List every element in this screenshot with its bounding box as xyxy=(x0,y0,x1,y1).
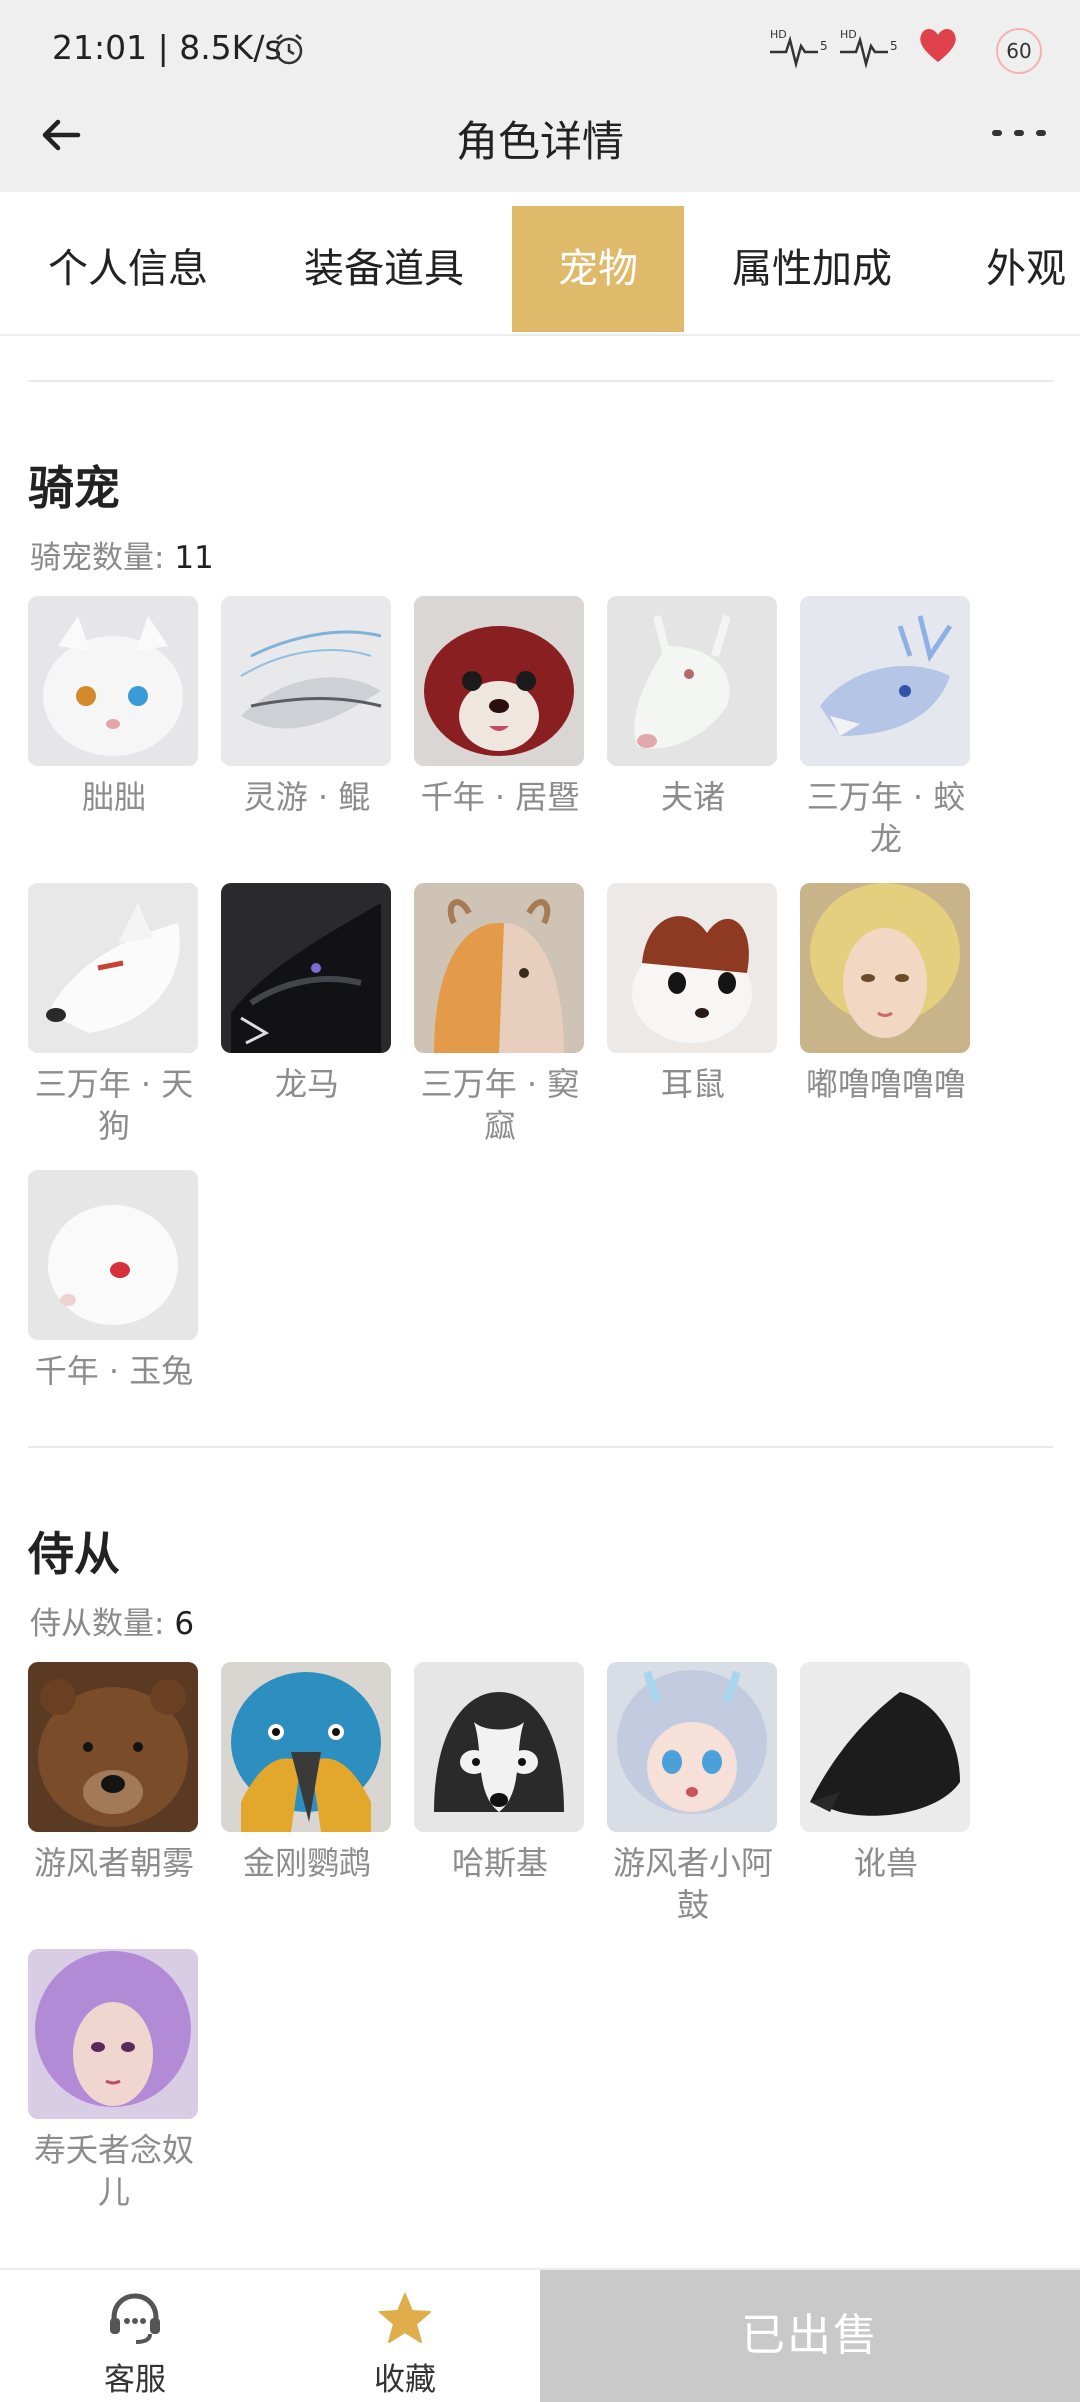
mount-name: 朏朏 xyxy=(81,778,146,816)
purple-hair-girl-portrait-icon xyxy=(28,1949,198,2119)
divider xyxy=(28,1446,1053,1448)
mount-item[interactable]: 三万年 · 蛟龙 xyxy=(800,596,972,860)
white-deer-portrait-icon xyxy=(607,596,777,766)
svg-text:HD: HD xyxy=(840,28,857,41)
mount-item[interactable]: 三万年 · 天狗 xyxy=(28,883,200,1147)
attendant-name: 游风者朝雾 xyxy=(33,1844,194,1882)
attendant-item[interactable]: 游风者小阿鼓 xyxy=(607,1662,779,1926)
tab-appearance[interactable]: 外观 xyxy=(960,206,1080,332)
mount-item[interactable]: 朏朏 xyxy=(28,596,200,818)
mount-name: 龙马 xyxy=(274,1065,339,1103)
mount-item[interactable]: 三万年 · 窫窳 xyxy=(414,883,586,1147)
attendant-item[interactable]: 哈斯基 xyxy=(414,1662,586,1884)
attendant-name: 金刚鹦鹉 xyxy=(242,1844,371,1882)
attendant-item[interactable]: 讹兽 xyxy=(800,1662,972,1884)
attendants-grid: 游风者朝雾 金刚鹦鹉 哈斯基 游风者小阿鼓 讹兽 寿夭者念奴儿 xyxy=(28,1662,1048,2222)
ice-dragon-portrait-icon xyxy=(800,596,970,766)
svg-text:5: 5 xyxy=(890,39,898,53)
tab-pets[interactable]: 宠物 xyxy=(512,206,684,332)
mounts-count: 骑宠数量: 11 xyxy=(30,540,214,576)
mount-item[interactable]: 龙马 xyxy=(221,883,393,1105)
favorite-button[interactable]: 收藏 xyxy=(270,2270,540,2402)
heart-icon xyxy=(920,29,956,62)
attendant-name: 讹兽 xyxy=(853,1844,918,1882)
chibi-girl-portrait-icon xyxy=(607,1662,777,1832)
mount-name: 三万年 · 窫窳 xyxy=(420,1065,580,1145)
page-title: 角色详情 xyxy=(455,117,624,166)
sold-button[interactable]: 已出售 xyxy=(540,2270,1080,2402)
tab-equipment[interactable]: 装备道具 xyxy=(256,206,512,332)
mount-name: 千年 · 玉兔 xyxy=(34,1352,194,1390)
divider xyxy=(28,380,1053,382)
ear-mouse-portrait-icon xyxy=(607,883,777,1053)
attendant-name: 游风者小阿鼓 xyxy=(612,1844,773,1924)
mount-name: 千年 · 居暨 xyxy=(420,778,580,816)
shadow-beast-portrait-icon xyxy=(800,1662,970,1832)
mounts-grid: 朏朏 灵游 · 鲲 千年 · 居暨 夫诸 三万年 · 蛟龙 三万年 · 天狗 龙… xyxy=(28,596,1048,1396)
red-squirrel-portrait-icon xyxy=(414,596,584,766)
blonde-girl-portrait-icon xyxy=(800,883,970,1053)
status-time: 21:01 | 8.5K/s xyxy=(52,28,282,67)
mount-item[interactable]: 嘟噜噜噜噜 xyxy=(800,883,972,1105)
mount-item[interactable]: 千年 · 玉兔 xyxy=(28,1170,200,1392)
mount-item[interactable]: 夫诸 xyxy=(607,596,779,818)
bear-portrait-icon xyxy=(28,1662,198,1832)
mount-item[interactable]: 千年 · 居暨 xyxy=(414,596,586,818)
mount-name: 夫诸 xyxy=(660,778,725,816)
customer-service-button[interactable]: 客服 xyxy=(0,2270,270,2402)
tab-bar: 个人信息 装备道具 宠物 属性加成 外观 xyxy=(0,192,1080,336)
mount-name: 灵游 · 鲲 xyxy=(243,778,371,816)
attendant-item[interactable]: 寿夭者念奴儿 xyxy=(28,1949,200,2213)
spirit-fish-portrait-icon xyxy=(221,596,391,766)
mount-item[interactable]: 灵游 · 鲲 xyxy=(221,596,393,818)
battery-indicator: 60 xyxy=(996,28,1042,74)
star-icon xyxy=(379,2293,431,2343)
attendant-name: 寿夭者念奴儿 xyxy=(33,2131,194,2211)
white-wolf-portrait-icon xyxy=(28,883,198,1053)
attendant-item[interactable]: 游风者朝雾 xyxy=(28,1662,200,1884)
customer-service-label: 客服 xyxy=(104,2362,166,2398)
macaw-portrait-icon xyxy=(221,1662,391,1832)
white-rabbit-portrait-icon xyxy=(28,1170,198,1340)
attendant-name: 哈斯基 xyxy=(451,1844,548,1882)
attendant-item[interactable]: 金刚鹦鹉 xyxy=(221,1662,393,1884)
white-cat-portrait-icon xyxy=(28,596,198,766)
mounts-section-title: 骑宠 xyxy=(28,461,120,515)
svg-text:5: 5 xyxy=(820,39,828,53)
mount-name: 三万年 · 蛟龙 xyxy=(806,778,966,858)
headset-icon xyxy=(110,2293,160,2344)
mount-name: 嘟噜噜噜噜 xyxy=(805,1065,966,1103)
more-options-icon[interactable] xyxy=(990,118,1050,148)
favorite-label: 收藏 xyxy=(374,2362,436,2398)
tab-attributes[interactable]: 属性加成 xyxy=(684,206,940,332)
mount-item[interactable]: 耳鼠 xyxy=(607,883,779,1105)
attendants-count: 侍从数量: 6 xyxy=(30,1606,195,1642)
attendants-section-title: 侍从 xyxy=(28,1527,120,1581)
svg-text:HD: HD xyxy=(770,28,787,41)
mount-name: 三万年 · 天狗 xyxy=(34,1065,194,1145)
husky-portrait-icon xyxy=(414,1662,584,1832)
tab-personal-info[interactable]: 个人信息 xyxy=(0,206,256,332)
alarm-icon xyxy=(275,34,303,65)
black-dragon-portrait-icon xyxy=(221,883,391,1053)
bottom-action-bar: 客服 收藏 已出售 xyxy=(0,2268,1080,2402)
mount-name: 耳鼠 xyxy=(660,1065,725,1103)
horned-beast-portrait-icon xyxy=(414,883,584,1053)
signal-icon: HD 5 HD 5 xyxy=(770,28,898,69)
